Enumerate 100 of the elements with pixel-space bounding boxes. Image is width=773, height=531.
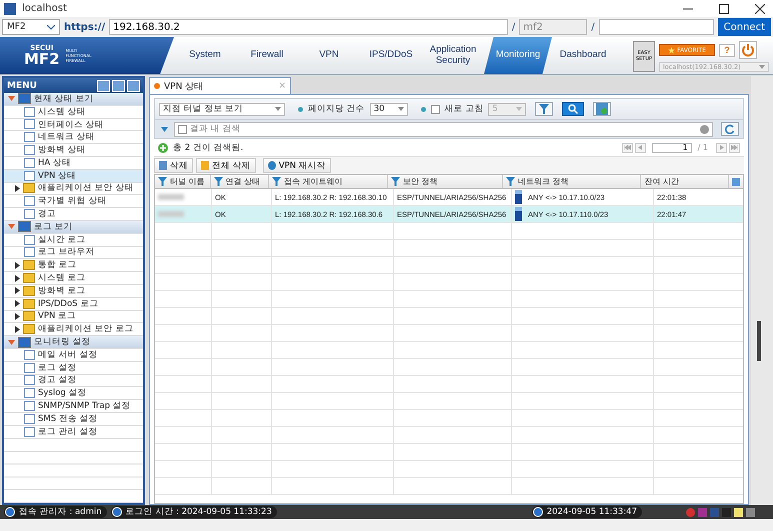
menu-item[interactable]: 방화벽 상태 [4, 144, 143, 157]
device-select[interactable]: MF2 [2, 19, 60, 35]
menu-item[interactable]: 통합 로그 [4, 259, 143, 272]
nav-tab[interactable]: VPN [298, 37, 360, 74]
page-icon [24, 132, 35, 142]
folder-icon [23, 273, 35, 284]
power-icon[interactable] [739, 41, 757, 59]
nav-tab[interactable]: IPS/DDoS [360, 37, 422, 74]
search-button[interactable] [562, 102, 584, 116]
caret-icon[interactable] [161, 126, 168, 132]
chevron-icon [47, 24, 55, 30]
folder-icon [23, 183, 35, 194]
menu-item[interactable]: IPS/DDoS 로그 [4, 298, 143, 311]
menu-item[interactable]: 경고 설정 [4, 374, 143, 388]
right-arrow-icon [720, 145, 724, 150]
menu-item[interactable]: 인터페이스 상태 [4, 118, 143, 132]
menu-group[interactable]: 모니터링 설정 [4, 336, 143, 349]
nav-tab[interactable]: Application Security [422, 37, 484, 74]
result-summary: 총 2 건이 검색됨. [173, 142, 244, 154]
filter-icon [506, 177, 515, 186]
page-icon [24, 209, 35, 220]
menu-item[interactable]: 국가별 위협 상태 [4, 195, 143, 208]
action-button[interactable]: VPN 재시작 [262, 158, 331, 173]
view-select[interactable]: 지점 터널 정보 보기 [159, 102, 285, 116]
last-page-button[interactable] [729, 142, 740, 152]
page-size-label: 페이지당 건수 [308, 103, 365, 115]
menu-item[interactable]: 시스템 상태 [4, 106, 143, 119]
action-button[interactable]: 전체 삭제 [196, 158, 256, 173]
prev-page-button[interactable] [634, 142, 646, 152]
filter-button[interactable] [535, 102, 554, 116]
action-button[interactable]: 삭제 [154, 158, 193, 173]
column-header[interactable]: 접속 게이트웨이 [269, 175, 388, 188]
menu-item[interactable]: 애플리케이션 보안 상태 [4, 182, 143, 196]
redacted-mark [158, 194, 184, 200]
horizontal-scrollbar[interactable] [0, 519, 773, 531]
host-field[interactable]: 192.168.30.2 [109, 19, 508, 35]
folder-icon [23, 298, 35, 309]
page-icon [24, 350, 35, 360]
content-tab[interactable]: VPN 상태 × [149, 77, 291, 94]
menu-item[interactable]: VPN 상태 [4, 170, 143, 183]
first-page-icon [624, 145, 631, 150]
clear-icon[interactable] [700, 124, 709, 134]
first-page-button[interactable] [622, 142, 633, 152]
menu-item[interactable]: 방화벽 로그 [4, 284, 143, 298]
nav-tab[interactable]: Firewall [236, 37, 298, 74]
export-icon [596, 103, 608, 115]
column-header[interactable]: 네트워크 정책 [502, 175, 642, 188]
column-header[interactable]: 보안 정책 [388, 175, 503, 188]
page-field[interactable]: 1 [652, 142, 692, 152]
page-icon [24, 362, 35, 373]
nav-tab[interactable]: Monitoring [484, 37, 552, 74]
maximize-icon[interactable] [719, 4, 729, 14]
columns-icon[interactable] [732, 178, 740, 186]
caret-icon [516, 107, 522, 111]
filter-icon [391, 177, 400, 186]
page-total: / 1 [698, 143, 708, 152]
page-icon [24, 234, 35, 245]
password-field[interactable] [598, 19, 714, 35]
page-icon [24, 414, 35, 424]
menu-item[interactable]: SNMP/SNMP Trap 설정 [4, 400, 143, 413]
column-header[interactable]: 연결 상태 [210, 175, 270, 188]
menu-group[interactable]: 로그 보기 [4, 220, 143, 234]
menu-item[interactable]: 메일 서버 설정 [4, 348, 143, 362]
app-icon [4, 2, 16, 14]
close-icon[interactable] [755, 4, 765, 14]
vertical-scrollbar[interactable] [751, 76, 773, 505]
menu-item[interactable]: SMS 전송 설정 [4, 412, 143, 426]
refresh-button[interactable] [721, 122, 739, 136]
search-checkbox[interactable] [178, 124, 187, 134]
export-button[interactable] [593, 102, 612, 116]
menu-item[interactable]: 로그 브라우저 [4, 246, 143, 260]
scroll-thumb[interactable] [757, 321, 761, 361]
folder-icon [23, 311, 35, 322]
column-header[interactable]: 잔여 시간 [641, 175, 729, 188]
menu-item[interactable]: Syslog 설정 [4, 387, 143, 400]
search-icon [568, 104, 578, 114]
separator: / [591, 22, 595, 32]
menu-header: MENU [4, 78, 143, 93]
column-header[interactable]: 터널 이름 [155, 175, 211, 188]
caret-icon [398, 107, 404, 111]
page-icon [24, 145, 35, 156]
page-size-select[interactable]: 30 [370, 102, 408, 116]
menu-group[interactable]: 현재 상태 보기 [4, 93, 143, 106]
caret-icon [759, 65, 765, 69]
search-box[interactable]: 결과 내 검색 [174, 122, 713, 136]
connect-button[interactable]: Connect [718, 18, 771, 36]
refresh-checkbox[interactable] [430, 104, 440, 114]
nav-tab[interactable]: System [174, 37, 236, 74]
menu-item[interactable]: 네트워크 상태 [4, 131, 143, 144]
menu-item[interactable]: VPN 로그 [4, 310, 143, 324]
monitor-icon [18, 336, 31, 348]
page-icon [24, 106, 35, 117]
next-page-button[interactable] [716, 142, 727, 152]
page-icon [24, 375, 35, 386]
star-icon [668, 46, 676, 54]
filter-icon [158, 177, 167, 186]
menu-item[interactable]: 로그 설정 [4, 362, 143, 375]
nav-tab[interactable]: Dashboard [552, 37, 614, 74]
menu-item[interactable]: 실시간 로그 [4, 234, 143, 247]
menu-item[interactable]: 시스템 로그 [4, 272, 143, 285]
